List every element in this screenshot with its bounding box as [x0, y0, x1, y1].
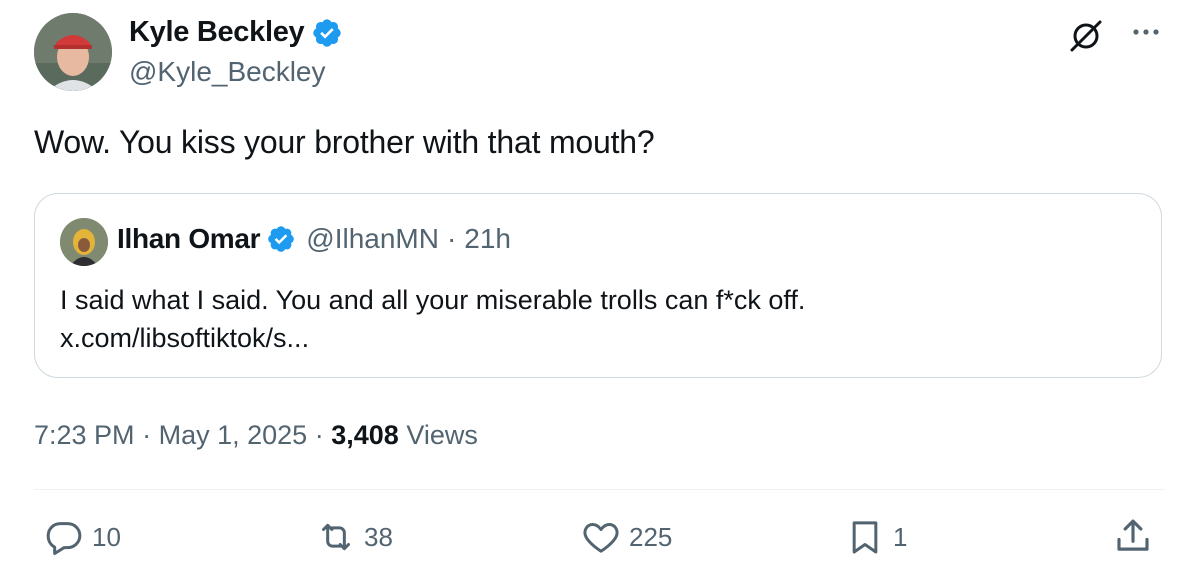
bookmark-button[interactable]: 1	[845, 517, 907, 557]
quoted-author-name[interactable]: Ilhan Omar	[117, 223, 261, 255]
repost-icon	[322, 523, 350, 551]
like-button[interactable]: 225	[581, 517, 672, 557]
quoted-link[interactable]: x.com/libsoftiktok/s...	[60, 319, 805, 357]
reply-count: 10	[92, 521, 121, 552]
reply-icon	[46, 522, 82, 555]
like-count: 225	[629, 521, 673, 552]
separator-dot: ·	[142, 420, 152, 450]
views-count[interactable]: 3,408	[331, 420, 399, 450]
more-icon[interactable]	[1124, 18, 1168, 46]
author-handle[interactable]: @Kyle_Beckley	[129, 56, 326, 88]
share-icon	[1117, 519, 1149, 551]
repost-count: 38	[364, 521, 393, 552]
bookmark-icon	[852, 521, 878, 554]
separator-dot: ·	[446, 223, 457, 254]
quoted-text-line: I said what I said. You and all your mis…	[60, 285, 806, 315]
tweet-date[interactable]: May 1, 2025	[159, 420, 308, 450]
verified-badge-icon[interactable]	[311, 17, 343, 49]
views-label[interactable]: Views	[406, 420, 478, 450]
quoted-author-handle[interactable]: @IlhanMN	[306, 223, 439, 255]
like-icon	[583, 523, 619, 553]
quoted-header: Ilhan Omar @IlhanMN · 21h	[117, 223, 511, 255]
tweet-time[interactable]: 7:23 PM	[34, 420, 135, 450]
verified-badge-icon[interactable]	[266, 224, 296, 254]
share-button[interactable]	[1112, 515, 1154, 557]
repost-button[interactable]: 38	[316, 517, 393, 557]
quoted-author-avatar[interactable]	[60, 218, 108, 266]
reply-button[interactable]: 10	[44, 517, 121, 557]
tweet-text: Wow. You kiss your brother with that mou…	[34, 124, 655, 160]
divider	[34, 489, 1165, 490]
quoted-timestamp[interactable]: 21h	[464, 223, 511, 255]
quoted-tweet-text: I said what I said. You and all your mis…	[60, 281, 805, 357]
separator-dot: ·	[314, 420, 324, 450]
bookmark-count: 1	[893, 521, 908, 552]
grok-icon[interactable]	[1066, 18, 1106, 54]
author-avatar[interactable]	[34, 13, 112, 91]
tweet-meta: 7:23 PM · May 1, 2025 · 3,408 Views	[34, 420, 478, 451]
author-name-row: Kyle Beckley	[129, 16, 343, 49]
author-name[interactable]: Kyle Beckley	[129, 16, 305, 49]
